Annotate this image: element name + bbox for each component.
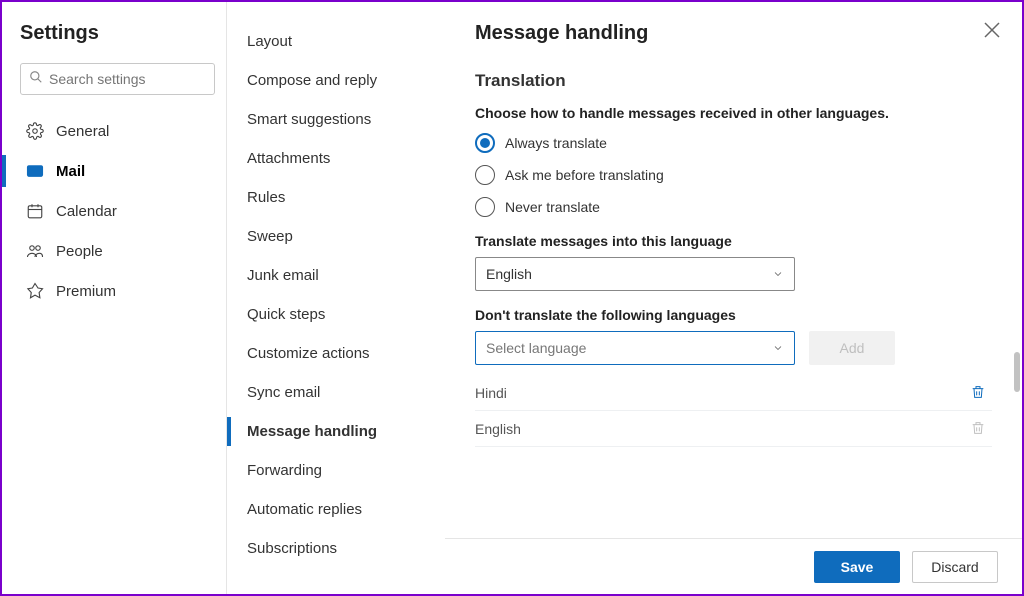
radio-icon bbox=[475, 197, 495, 217]
pane-title: Message handling bbox=[475, 22, 1010, 45]
radio-icon bbox=[475, 133, 495, 153]
nav-label: Mail bbox=[56, 163, 85, 180]
sub-quick-steps[interactable]: Quick steps bbox=[235, 295, 437, 334]
search-input[interactable] bbox=[49, 71, 206, 87]
dropdown-placeholder: Select language bbox=[486, 340, 586, 356]
mail-subnav: Layout Compose and reply Smart suggestio… bbox=[227, 2, 445, 594]
dont-translate-dropdown[interactable]: Select language bbox=[475, 331, 795, 365]
radio-label: Never translate bbox=[505, 199, 600, 215]
sub-layout[interactable]: Layout bbox=[235, 22, 437, 61]
translate-into-dropdown[interactable]: English bbox=[475, 257, 795, 291]
nav-label: Premium bbox=[56, 283, 116, 300]
translate-into-label: Translate messages into this language bbox=[475, 233, 992, 249]
settings-title: Settings bbox=[20, 22, 216, 45]
settings-sidebar: Settings General Mail Calendar People Pr… bbox=[2, 2, 227, 594]
add-language-button[interactable]: Add bbox=[809, 331, 895, 365]
nav-mail[interactable]: Mail bbox=[20, 151, 216, 191]
sub-rules[interactable]: Rules bbox=[235, 178, 437, 217]
language-name: Hindi bbox=[475, 385, 507, 401]
list-item: Hindi bbox=[475, 375, 992, 411]
list-item: English bbox=[475, 411, 992, 447]
delete-language-button[interactable] bbox=[970, 384, 986, 402]
sub-sync-email[interactable]: Sync email bbox=[235, 373, 437, 412]
search-icon bbox=[29, 70, 43, 89]
sub-compose[interactable]: Compose and reply bbox=[235, 61, 437, 100]
nav-general[interactable]: General bbox=[20, 111, 216, 151]
nav-people[interactable]: People bbox=[20, 231, 216, 271]
sub-subscriptions[interactable]: Subscriptions bbox=[235, 529, 437, 568]
search-settings-field[interactable] bbox=[20, 63, 215, 95]
sub-smart-suggestions[interactable]: Smart suggestions bbox=[235, 100, 437, 139]
sub-sweep[interactable]: Sweep bbox=[235, 217, 437, 256]
delete-language-button[interactable] bbox=[970, 420, 986, 438]
nav-premium[interactable]: Premium bbox=[20, 271, 216, 311]
nav-label: People bbox=[56, 243, 103, 260]
excluded-languages-list: Hindi English bbox=[475, 375, 992, 447]
radio-ask-before[interactable]: Ask me before translating bbox=[475, 165, 992, 185]
save-button[interactable]: Save bbox=[814, 551, 900, 583]
discard-button[interactable]: Discard bbox=[912, 551, 998, 583]
radio-icon bbox=[475, 165, 495, 185]
nav-label: General bbox=[56, 123, 109, 140]
pane-footer: Save Discard bbox=[445, 538, 1022, 594]
translation-heading: Translation bbox=[475, 71, 992, 91]
sub-message-handling[interactable]: Message handling bbox=[235, 412, 437, 451]
scrollbar[interactable] bbox=[1014, 352, 1020, 392]
sub-forwarding[interactable]: Forwarding bbox=[235, 451, 437, 490]
chevron-down-icon bbox=[772, 342, 784, 354]
chevron-down-icon bbox=[772, 268, 784, 280]
sub-junk-email[interactable]: Junk email bbox=[235, 256, 437, 295]
language-name: English bbox=[475, 421, 521, 437]
radio-never-translate[interactable]: Never translate bbox=[475, 197, 992, 217]
sub-attachments[interactable]: Attachments bbox=[235, 139, 437, 178]
close-button[interactable] bbox=[984, 22, 1000, 38]
nav-label: Calendar bbox=[56, 203, 117, 220]
sub-automatic-replies[interactable]: Automatic replies bbox=[235, 490, 437, 529]
radio-label: Ask me before translating bbox=[505, 167, 664, 183]
dropdown-value: English bbox=[486, 266, 532, 282]
content-pane: Message handling Translation Choose how … bbox=[445, 2, 1022, 594]
radio-always-translate[interactable]: Always translate bbox=[475, 133, 992, 153]
nav-calendar[interactable]: Calendar bbox=[20, 191, 216, 231]
translation-instructions: Choose how to handle messages received i… bbox=[475, 105, 992, 121]
radio-label: Always translate bbox=[505, 135, 607, 151]
dont-translate-label: Don't translate the following languages bbox=[475, 307, 992, 323]
sub-customize-actions[interactable]: Customize actions bbox=[235, 334, 437, 373]
